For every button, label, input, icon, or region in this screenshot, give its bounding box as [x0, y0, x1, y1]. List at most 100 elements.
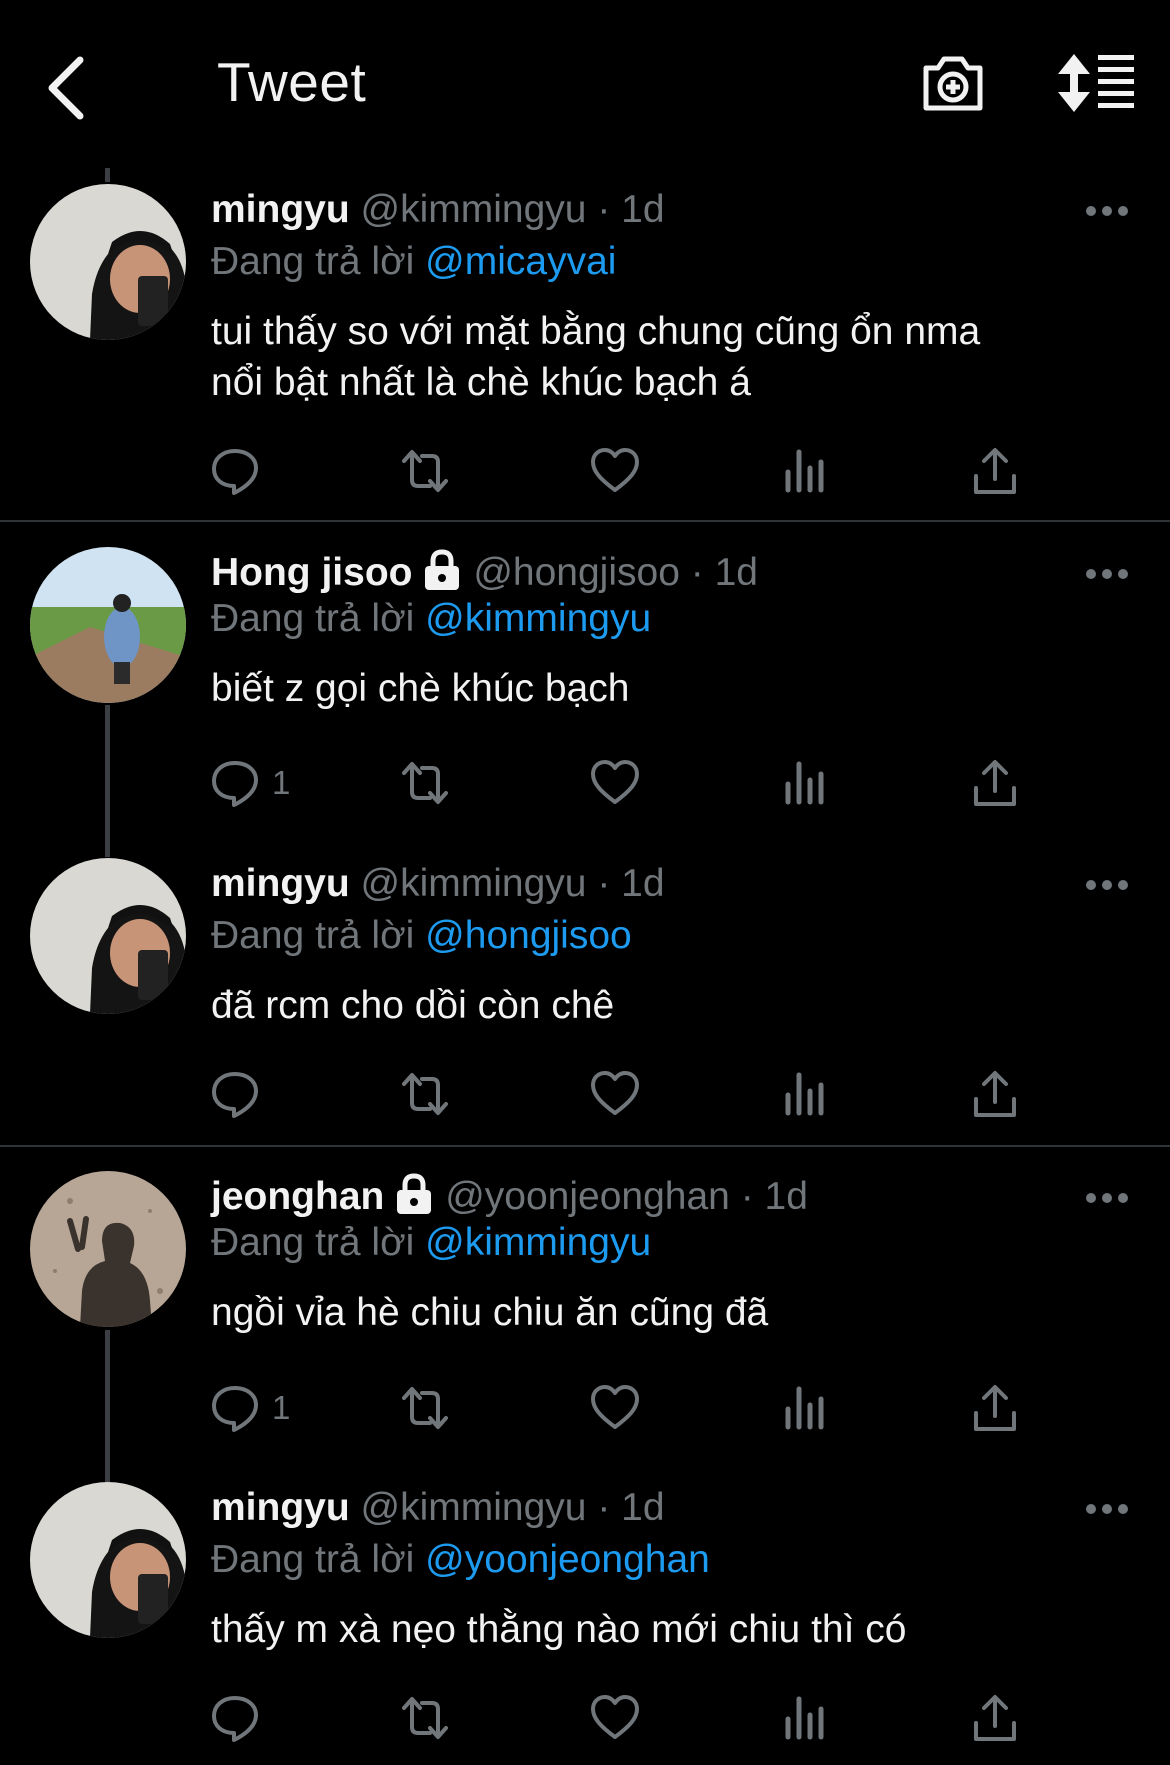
- share-icon: [974, 1695, 1016, 1741]
- retweet-icon: [402, 1387, 448, 1429]
- avatar[interactable]: [30, 184, 186, 340]
- share-button[interactable]: [970, 443, 1020, 499]
- camera-plus-icon[interactable]: [920, 50, 986, 116]
- more-options-icon[interactable]: [1084, 567, 1130, 581]
- heart-icon: [591, 448, 639, 492]
- like-button[interactable]: [590, 1690, 640, 1746]
- replying-to: Đang trả lời @yoonjeonghan: [211, 1534, 1130, 1586]
- analytics-icon: [785, 1696, 824, 1740]
- analytics-button[interactable]: [780, 1690, 830, 1746]
- separator: ·: [597, 862, 611, 905]
- retweet-button[interactable]: [400, 1066, 450, 1122]
- separator: ·: [690, 551, 704, 594]
- tweet-text: thấy m xà nẹo thằng nào mới chiu thì có: [211, 1604, 1130, 1655]
- tweet-text: ngồi vỉa hè chiu chiu ăn cũng đã: [211, 1287, 1130, 1338]
- reply-count: 1: [272, 764, 291, 801]
- share-button[interactable]: [970, 755, 1020, 811]
- tweet-text: tui thấy so với mặt bằng chung cũng ổn n…: [211, 306, 1130, 408]
- reply-button[interactable]: 1: [210, 1380, 290, 1436]
- retweet-button[interactable]: [400, 755, 450, 811]
- reply-mention[interactable]: @kimmingyu: [425, 597, 651, 640]
- more-options-icon[interactable]: [1084, 204, 1130, 218]
- avatar[interactable]: [30, 1482, 186, 1638]
- like-button[interactable]: [590, 443, 640, 499]
- thread-line: [105, 168, 110, 182]
- analytics-button[interactable]: [780, 443, 830, 499]
- reply-icon: [212, 1072, 258, 1118]
- share-button[interactable]: [970, 1380, 1020, 1436]
- avatar[interactable]: [30, 858, 186, 1014]
- reply-mention[interactable]: @yoonjeonghan: [425, 1538, 710, 1581]
- more-options-icon[interactable]: [1084, 878, 1130, 892]
- share-icon: [974, 1071, 1016, 1117]
- tweet-text-line: thấy m xà nẹo thằng nào mới chiu thì có: [211, 1608, 907, 1651]
- timestamp: 1d: [621, 862, 665, 905]
- tweet-actions: [210, 443, 1040, 503]
- display-name[interactable]: mingyu: [211, 862, 350, 905]
- more-options-icon[interactable]: [1084, 1191, 1130, 1205]
- retweet-button[interactable]: [400, 1380, 450, 1436]
- sort-icon[interactable]: [1058, 52, 1136, 114]
- reply-count: 1: [272, 1389, 291, 1426]
- analytics-icon: [785, 449, 824, 493]
- tweet-header: mingyu @kimmingyu · 1d: [211, 184, 1130, 236]
- top-bar: Tweet: [0, 0, 1170, 170]
- like-button[interactable]: [590, 1380, 640, 1436]
- tweet-text-line: ngồi vỉa hè chiu chiu ăn cũng đã: [211, 1291, 769, 1334]
- reply-icon: [212, 1386, 258, 1432]
- analytics-button[interactable]: [780, 755, 830, 811]
- tweet-text: đã rcm cho dồi còn chê: [211, 980, 1130, 1031]
- replying-to: Đang trả lời @kimmingyu: [211, 593, 1130, 645]
- avatar[interactable]: [30, 547, 186, 703]
- like-button[interactable]: [590, 1066, 640, 1122]
- reply-button[interactable]: [210, 1066, 272, 1122]
- share-icon: [974, 448, 1016, 494]
- timestamp: 1d: [621, 1486, 665, 1529]
- separator: ·: [597, 1486, 611, 1529]
- display-name[interactable]: mingyu: [211, 1486, 350, 1529]
- display-name[interactable]: Hong jisoo: [211, 551, 412, 594]
- back-chevron-icon[interactable]: [38, 48, 98, 128]
- share-icon: [974, 1385, 1016, 1431]
- user-handle[interactable]: @hongjisoo: [473, 551, 680, 594]
- like-button[interactable]: [590, 755, 640, 811]
- divider: [0, 1145, 1170, 1147]
- share-icon: [974, 760, 1016, 806]
- reply-mention[interactable]: @micayvai: [425, 240, 616, 283]
- separator: ·: [740, 1175, 754, 1218]
- tweet-text-line: đã rcm cho dồi còn chê: [211, 984, 615, 1027]
- display-name[interactable]: jeonghan: [211, 1175, 384, 1218]
- replying-label: Đang trả lời: [211, 597, 415, 640]
- replying-to: Đang trả lời @kimmingyu: [211, 1217, 1130, 1269]
- tweet-text: biết z gọi chè khúc bạch: [211, 663, 1130, 714]
- replying-label: Đang trả lời: [211, 914, 415, 957]
- replying-to: Đang trả lời @hongjisoo: [211, 910, 1130, 962]
- tweet-text-line: tui thấy so với mặt bằng chung cũng ổn n…: [211, 310, 981, 353]
- lock-icon: [397, 1173, 432, 1214]
- replying-to: Đang trả lời @micayvai: [211, 236, 1130, 288]
- tweet-actions: 1: [210, 755, 1040, 815]
- tweet-text-line: nổi bật nhất là chè khúc bạch á: [211, 361, 751, 404]
- retweet-button[interactable]: [400, 1690, 450, 1746]
- reply-button[interactable]: [210, 443, 272, 499]
- retweet-icon: [402, 1697, 448, 1739]
- reply-mention[interactable]: @kimmingyu: [425, 1221, 651, 1264]
- share-button[interactable]: [970, 1066, 1020, 1122]
- retweet-button[interactable]: [400, 443, 450, 499]
- display-name[interactable]: mingyu: [211, 188, 350, 231]
- user-handle[interactable]: @yoonjeonghan: [445, 1175, 730, 1218]
- tweet-header: mingyu @kimmingyu · 1d: [211, 858, 1130, 910]
- user-handle[interactable]: @kimmingyu: [361, 188, 587, 231]
- share-button[interactable]: [970, 1690, 1020, 1746]
- user-handle[interactable]: @kimmingyu: [361, 1486, 587, 1529]
- reply-button[interactable]: 1: [210, 755, 290, 811]
- user-handle[interactable]: @kimmingyu: [361, 862, 587, 905]
- more-options-icon[interactable]: [1084, 1502, 1130, 1516]
- avatar[interactable]: [30, 1171, 186, 1327]
- thread-line: [105, 705, 110, 857]
- reply-button[interactable]: [210, 1690, 272, 1746]
- reply-mention[interactable]: @hongjisoo: [425, 914, 632, 957]
- analytics-button[interactable]: [780, 1380, 830, 1436]
- replying-label: Đang trả lời: [211, 1538, 415, 1581]
- analytics-button[interactable]: [780, 1066, 830, 1122]
